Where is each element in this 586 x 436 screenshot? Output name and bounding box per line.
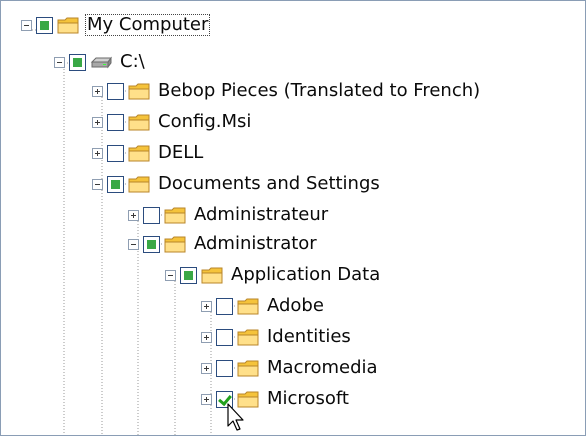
folder-icon xyxy=(57,16,80,35)
folder-icon xyxy=(128,113,151,132)
tree-node-adobe[interactable]: Adobe xyxy=(201,292,326,320)
checkbox[interactable] xyxy=(216,328,233,346)
checkbox[interactable] xyxy=(107,82,124,100)
node-label[interactable]: C:\ xyxy=(118,51,147,73)
tree-node-administrator[interactable]: Administrator xyxy=(128,230,319,258)
node-label[interactable]: Config.Msi xyxy=(156,111,253,133)
node-label[interactable]: Adobe xyxy=(265,295,326,317)
tree-node-my-computer[interactable]: My Computer xyxy=(21,11,211,39)
expand-toggle[interactable] xyxy=(92,116,103,128)
folder-icon xyxy=(164,206,187,225)
folder-icon xyxy=(201,266,224,285)
folder-icon xyxy=(237,328,260,347)
tree-node-application-data[interactable]: Application Data xyxy=(165,261,382,289)
folder-icon xyxy=(128,82,151,101)
node-label[interactable]: Identities xyxy=(265,326,353,348)
mouse-pointer-icon xyxy=(227,403,244,431)
node-label[interactable]: Bebop Pieces (Translated to French) xyxy=(156,80,482,102)
tree-node-bebop-pieces[interactable]: Bebop Pieces (Translated to French) xyxy=(92,77,482,105)
expand-toggle[interactable] xyxy=(201,331,212,343)
folder-icon xyxy=(128,175,151,194)
folder-tree: My Computer C:\ Bebop Pieces (Translated… xyxy=(1,1,585,435)
folder-icon xyxy=(164,235,187,254)
checkbox[interactable] xyxy=(143,206,160,224)
collapse-toggle[interactable] xyxy=(165,269,176,281)
expand-toggle[interactable] xyxy=(201,362,212,374)
tree-view: My Computer C:\ Bebop Pieces (Translated… xyxy=(0,0,586,436)
tree-node-config-msi[interactable]: Config.Msi xyxy=(92,108,253,136)
checkbox[interactable] xyxy=(107,113,124,131)
tree-node-microsoft[interactable]: Microsoft xyxy=(201,385,351,413)
node-label[interactable]: DELL xyxy=(156,142,205,164)
node-label[interactable]: Documents and Settings xyxy=(156,173,382,195)
node-label[interactable]: Macromedia xyxy=(265,357,380,379)
tree-node-macromedia[interactable]: Macromedia xyxy=(201,354,380,382)
tree-node-dell[interactable]: DELL xyxy=(92,139,205,167)
expand-toggle[interactable] xyxy=(128,209,139,221)
collapse-toggle[interactable] xyxy=(21,19,32,31)
collapse-toggle[interactable] xyxy=(54,56,65,68)
checkbox[interactable] xyxy=(216,359,233,377)
folder-icon xyxy=(128,144,151,163)
folder-icon xyxy=(237,359,260,378)
node-label[interactable]: Administrator xyxy=(192,233,319,255)
tree-node-c-drive[interactable]: C:\ xyxy=(54,48,147,76)
partial-checkbox[interactable] xyxy=(180,266,197,284)
expand-toggle[interactable] xyxy=(201,393,212,405)
partial-checkbox[interactable] xyxy=(143,235,160,253)
checkbox[interactable] xyxy=(216,297,233,315)
partial-checkbox[interactable] xyxy=(69,53,86,71)
checkbox[interactable] xyxy=(107,144,124,162)
tree-node-documents-and-settings[interactable]: Documents and Settings xyxy=(92,170,382,198)
folder-icon xyxy=(237,297,260,316)
collapse-toggle[interactable] xyxy=(92,178,103,190)
expand-toggle[interactable] xyxy=(92,85,103,97)
expand-toggle[interactable] xyxy=(92,147,103,159)
partial-checkbox[interactable] xyxy=(107,175,124,193)
node-label[interactable]: Microsoft xyxy=(265,388,351,410)
partial-checkbox[interactable] xyxy=(36,16,53,34)
node-label[interactable]: Administrateur xyxy=(192,204,330,226)
collapse-toggle[interactable] xyxy=(128,238,139,250)
drive-icon xyxy=(90,53,113,72)
tree-node-identities[interactable]: Identities xyxy=(201,323,353,351)
node-label[interactable]: My Computer xyxy=(85,14,211,36)
tree-node-administrateur[interactable]: Administrateur xyxy=(128,201,330,229)
expand-toggle[interactable] xyxy=(201,300,212,312)
node-label[interactable]: Application Data xyxy=(229,264,382,286)
